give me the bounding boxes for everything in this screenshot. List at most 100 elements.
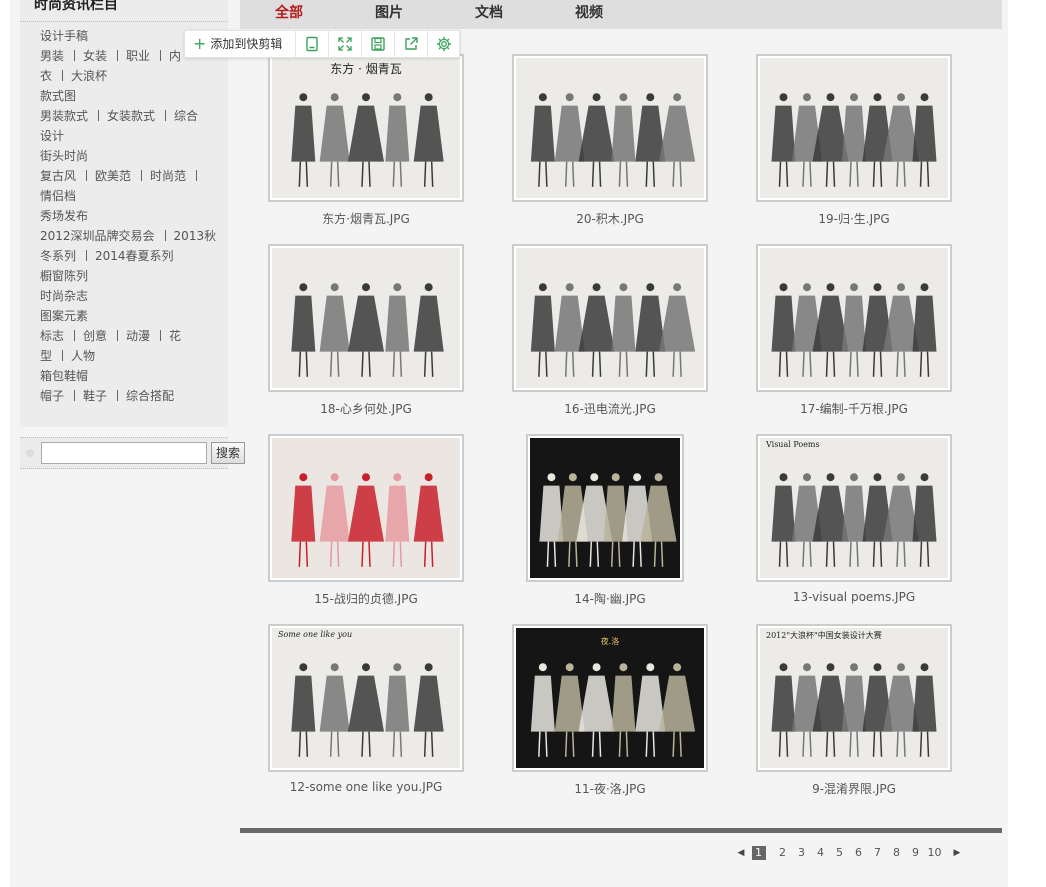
sidebar-link[interactable]: 男装款式	[40, 109, 88, 123]
next-page-icon[interactable]: ▶	[950, 846, 964, 860]
page-link[interactable]: 9	[906, 846, 925, 860]
page-link[interactable]: 8	[887, 846, 906, 860]
thumbnail[interactable]: 东方 · 烟青瓦	[268, 54, 464, 202]
sidebar-link[interactable]: 帽子	[40, 389, 64, 403]
image-caption-text: Visual Poems	[766, 440, 820, 449]
sidebar-link[interactable]: 内	[169, 49, 181, 63]
sidebar-link[interactable]: 时尚范	[150, 169, 186, 183]
tab-images[interactable]: 图片	[375, 2, 403, 22]
link-separator	[141, 170, 143, 181]
sidebar-link[interactable]: 型	[40, 349, 52, 363]
sidebar-link[interactable]: 款式图	[40, 89, 76, 103]
page-link[interactable]: 5	[830, 846, 849, 860]
thumbnail[interactable]	[512, 244, 708, 392]
sidebar-link[interactable]: 综合搭配	[126, 389, 174, 403]
gallery-item-filename[interactable]: 16-迅电流光.JPG	[512, 400, 708, 417]
thumbnail[interactable]	[268, 244, 464, 392]
sidebar-link[interactable]: 设计	[40, 129, 64, 143]
gallery-item[interactable]: 19-归·生.JPG	[756, 54, 952, 234]
sidebar-link[interactable]: 图案元素	[40, 309, 88, 323]
add-to-quick-clip-button[interactable]: + 添加到快剪辑	[185, 31, 295, 57]
prev-page-icon[interactable]: ◀	[734, 846, 748, 860]
sidebar-link[interactable]: 男装	[40, 49, 64, 63]
thumbnail[interactable]	[526, 434, 684, 582]
gallery-item-filename[interactable]: 12-some one like you.JPG	[268, 780, 464, 794]
sidebar-link[interactable]: 橱窗陈列	[40, 269, 88, 283]
gallery-item[interactable]: 17-编制-千万根.JPG	[756, 244, 952, 424]
gallery-item-filename[interactable]: 18-心乡何处.JPG	[268, 400, 464, 417]
gallery-item[interactable]: Some one like you 12-some one like you.JP…	[268, 624, 464, 804]
gallery-item-filename[interactable]: 东方·烟青瓦.JPG	[268, 210, 464, 227]
sidebar-link[interactable]: 2013秋	[174, 229, 217, 243]
tab-videos[interactable]: 视频	[575, 2, 603, 22]
gallery-item[interactable]: Visual Poems 13-visual poems.JPG	[756, 434, 952, 614]
gallery-item[interactable]: 16-迅电流光.JPG	[512, 244, 708, 424]
sidebar-link[interactable]: 时尚杂志	[40, 289, 88, 303]
sidebar-link[interactable]: 2012深圳品牌交易会	[40, 229, 155, 243]
tab-all[interactable]: 全部	[275, 2, 303, 22]
sidebar-link[interactable]: 标志	[40, 329, 64, 343]
tab-documents[interactable]: 文档	[475, 2, 503, 22]
page-link[interactable]: 2	[773, 846, 792, 860]
sidebar-link[interactable]: 街头时尚	[40, 149, 88, 163]
sidebar-link[interactable]: 欧美范	[95, 169, 131, 183]
sidebar-row: 款式图	[40, 86, 220, 106]
page-link[interactable]: 4	[811, 846, 830, 860]
sidebar-link[interactable]: 人物	[71, 349, 95, 363]
gallery-item-filename[interactable]: 14-陶·幽.JPG	[512, 590, 708, 607]
gallery-item-filename[interactable]: 17-编制-千万根.JPG	[756, 400, 952, 417]
sidebar-link[interactable]: 2014春夏系列	[95, 249, 174, 263]
sidebar-link[interactable]: 职业	[126, 49, 150, 63]
sidebar-link[interactable]: 箱包鞋帽	[40, 369, 88, 383]
image-caption-text: Some one like you	[278, 630, 353, 639]
settings-icon[interactable]	[427, 31, 460, 57]
sidebar-link[interactable]: 秀场发布	[40, 209, 88, 223]
gallery-item[interactable]: 2012"大浪杯"中国女装设计大赛 9-混淆界限.JPG	[756, 624, 952, 804]
sidebar-link[interactable]: 冬系列	[40, 249, 76, 263]
thumbnail[interactable]	[756, 54, 952, 202]
thumbnail[interactable]: Some one like you	[268, 624, 464, 772]
share-icon[interactable]	[394, 31, 427, 57]
sidebar-link[interactable]: 鞋子	[83, 389, 107, 403]
gallery-item-filename[interactable]: 19-归·生.JPG	[756, 210, 952, 227]
thumbnail[interactable]	[512, 54, 708, 202]
sidebar-link[interactable]: 动漫	[126, 329, 150, 343]
gallery-item-filename[interactable]: 20-积木.JPG	[512, 210, 708, 227]
thumbnail[interactable]: Visual Poems	[756, 434, 952, 582]
gallery-item[interactable]: 20-积木.JPG	[512, 54, 708, 234]
sidebar-link[interactable]: 创意	[83, 329, 107, 343]
bookmark-icon[interactable]	[295, 31, 328, 57]
sidebar-link[interactable]: 女装款式	[107, 109, 155, 123]
page-link[interactable]: 10	[925, 846, 944, 860]
sidebar-link[interactable]: 大浪杯	[71, 69, 107, 83]
gallery-item-filename[interactable]: 13-visual poems.JPG	[756, 590, 952, 604]
gallery-item-filename[interactable]: 11-夜·洛.JPG	[512, 780, 708, 797]
thumbnail[interactable]	[268, 434, 464, 582]
gallery-item[interactable]: 14-陶·幽.JPG	[512, 434, 708, 614]
gallery-item-filename[interactable]: 15-战归的贞德.JPG	[268, 590, 464, 607]
page-link[interactable]: 7	[868, 846, 887, 860]
search-input[interactable]	[41, 442, 207, 464]
search-button[interactable]: 搜索	[211, 442, 245, 464]
gallery-item[interactable]: 东方 · 烟青瓦东方·烟青瓦.JPG	[268, 54, 464, 234]
thumbnail[interactable]	[756, 244, 952, 392]
thumbnail[interactable]: 夜.洛	[512, 624, 708, 772]
thumbnail[interactable]: 2012"大浪杯"中国女装设计大赛	[756, 624, 952, 772]
page-link[interactable]: 3	[792, 846, 811, 860]
link-separator	[164, 230, 166, 241]
sidebar-link[interactable]: 设计手稿	[40, 29, 88, 43]
sidebar-link[interactable]: 情侣档	[40, 189, 76, 203]
sidebar-link[interactable]: 综合	[174, 109, 198, 123]
sidebar-link[interactable]: 花	[169, 329, 181, 343]
gallery-item[interactable]: 夜.洛 11-夜·洛.JPG	[512, 624, 708, 804]
save-icon[interactable]	[361, 31, 394, 57]
page-link[interactable]: 6	[849, 846, 868, 860]
link-separator	[62, 70, 64, 81]
gallery-item[interactable]: 15-战归的贞德.JPG	[268, 434, 464, 614]
fullscreen-icon[interactable]	[328, 31, 361, 57]
sidebar-link[interactable]: 衣	[40, 69, 52, 83]
gallery-item-filename[interactable]: 9-混淆界限.JPG	[756, 780, 952, 797]
gallery-item[interactable]: 18-心乡何处.JPG	[268, 244, 464, 424]
sidebar-link[interactable]: 复古风	[40, 169, 76, 183]
sidebar-link[interactable]: 女装	[83, 49, 107, 63]
